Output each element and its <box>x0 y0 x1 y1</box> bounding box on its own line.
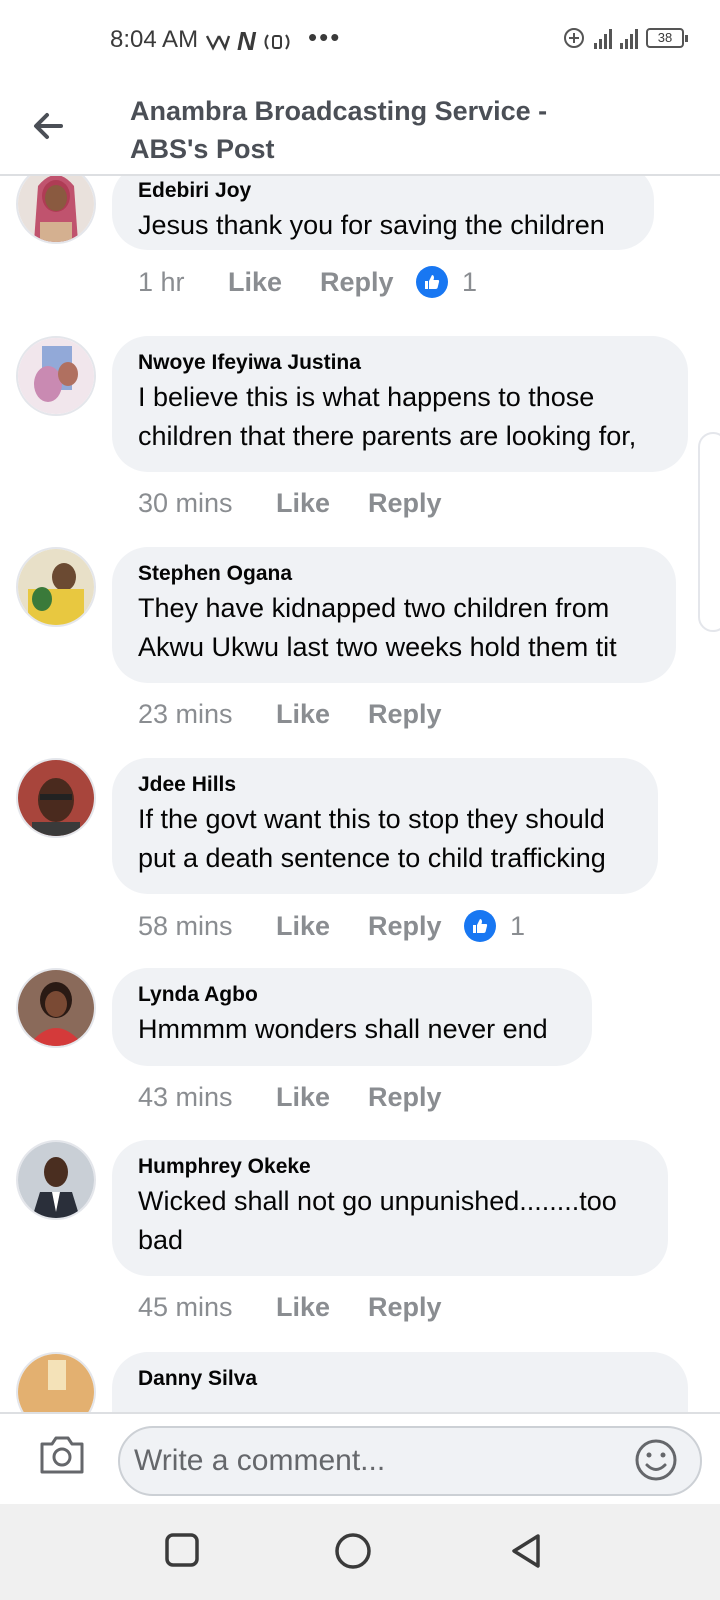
comment-time[interactable]: 58 mins <box>138 911 268 942</box>
system-back-button[interactable] <box>508 1532 552 1576</box>
comment-author[interactable]: Jdee Hills <box>138 770 632 800</box>
reply-button[interactable]: Reply <box>368 699 464 730</box>
comment-bubble[interactable]: Stephen Ogana They have kidnapped two ch… <box>112 547 676 683</box>
camera-icon <box>40 1436 84 1474</box>
emoji-button[interactable] <box>634 1438 680 1484</box>
comment-actions: 45 mins Like Reply <box>138 1292 464 1323</box>
comment-author[interactable]: Humphrey Okeke <box>138 1152 642 1182</box>
back-arrow-icon <box>34 113 63 139</box>
camera-button[interactable] <box>38 1434 86 1482</box>
circle-home-icon <box>335 1533 371 1569</box>
comment-text: Jesus thank you for saving the children <box>138 210 605 240</box>
comment-bubble[interactable]: Jdee Hills If the govt want this to stop… <box>112 758 658 894</box>
square-recents-icon <box>165 1533 199 1567</box>
battery-icon: 38 <box>646 28 688 48</box>
comment-input[interactable] <box>118 1426 702 1496</box>
comment-author[interactable]: Nwoye Ifeyiwa Justina <box>138 348 662 378</box>
avatar[interactable] <box>16 336 96 416</box>
reply-button[interactable]: Reply <box>368 488 464 519</box>
comment-bubble[interactable]: Humphrey Okeke Wicked shall not go unpun… <box>112 1140 668 1276</box>
comment-actions: 58 mins Like Reply 1 <box>138 910 525 942</box>
like-button[interactable]: Like <box>276 1292 368 1323</box>
recents-button[interactable] <box>164 1532 208 1576</box>
comment-actions: 1 hr Like Reply 1 <box>138 266 477 298</box>
like-button[interactable]: Like <box>276 488 368 519</box>
comment-time[interactable]: 23 mins <box>138 699 268 730</box>
comment-actions: 30 mins Like Reply <box>138 488 464 519</box>
like-button[interactable]: Like <box>228 267 320 298</box>
status-notification-icons: N <box>205 26 292 57</box>
system-navigation-bar <box>0 1504 720 1600</box>
comment-bubble[interactable]: Danny Silva <box>112 1352 688 1412</box>
like-button[interactable]: Like <box>276 699 368 730</box>
comment-time[interactable]: 1 hr <box>138 267 220 298</box>
comment-author[interactable]: Lynda Agbo <box>138 980 566 1010</box>
signal-icon-2 <box>620 27 638 49</box>
status-system-icons: 38 <box>562 26 688 50</box>
side-panel-edge <box>698 432 720 632</box>
avatar[interactable] <box>16 1352 96 1412</box>
data-saver-icon <box>564 28 584 48</box>
vibe-icon <box>205 34 231 51</box>
avatar[interactable] <box>16 176 96 244</box>
comment-composer <box>0 1412 720 1504</box>
comment-text: If the govt want this to stop they shoul… <box>138 804 606 873</box>
reply-button[interactable]: Reply <box>368 1082 464 1113</box>
avatar[interactable] <box>16 968 96 1048</box>
back-button[interactable] <box>26 104 70 148</box>
comment-text: I believe this is what happens to those … <box>138 382 637 451</box>
status-bar: 8:04 AM N ••• 38 <box>0 0 720 80</box>
comment-bubble[interactable]: Nwoye Ifeyiwa Justina I believe this is … <box>112 336 688 472</box>
network-app-icon: N <box>237 26 256 56</box>
thumbs-up-icon <box>416 266 448 298</box>
page-title: Anambra Broadcasting Service - ABS's Pos… <box>130 96 548 164</box>
avatar[interactable] <box>16 547 96 627</box>
triangle-back-icon <box>512 1534 540 1568</box>
avatar[interactable] <box>16 758 96 838</box>
reply-button[interactable]: Reply <box>320 267 416 298</box>
emoji-icon <box>635 1439 677 1481</box>
status-time: 8:04 AM <box>110 26 199 53</box>
comment-actions: 43 mins Like Reply <box>138 1082 464 1113</box>
comment-author[interactable]: Stephen Ogana <box>138 559 650 589</box>
reply-button[interactable]: Reply <box>368 911 464 942</box>
more-notifications-icon: ••• <box>308 22 342 52</box>
reaction-number: 1 <box>510 910 526 941</box>
comment-text: Wicked shall not go unpunished........to… <box>138 1186 617 1255</box>
signal-icon-1 <box>594 27 612 49</box>
comment-time[interactable]: 43 mins <box>138 1082 268 1113</box>
like-button[interactable]: Like <box>276 1082 368 1113</box>
reply-button[interactable]: Reply <box>368 1292 464 1323</box>
like-button[interactable]: Like <box>276 911 368 942</box>
reaction-count[interactable]: 1 <box>464 910 525 942</box>
home-button[interactable] <box>334 1532 378 1576</box>
post-header: Anambra Broadcasting Service - ABS's Pos… <box>0 80 720 176</box>
comment-text: They have kidnapped two children from Ak… <box>138 593 617 662</box>
comment-author[interactable]: Danny Silva <box>138 1364 662 1394</box>
comment-text: Hmmmm wonders shall never end <box>138 1014 548 1044</box>
comment-list[interactable]: Edebiri Joy Jesus thank you for saving t… <box>0 176 720 1412</box>
broadcast-icon <box>264 33 290 50</box>
comment-bubble[interactable]: Lynda Agbo Hmmmm wonders shall never end <box>112 968 592 1066</box>
comment-time[interactable]: 30 mins <box>138 488 268 519</box>
comment-author[interactable]: Edebiri Joy <box>138 176 628 206</box>
avatar[interactable] <box>16 1140 96 1220</box>
thumbs-up-icon <box>464 910 496 942</box>
comment-bubble[interactable]: Edebiri Joy Jesus thank you for saving t… <box>112 176 654 250</box>
comment-time[interactable]: 45 mins <box>138 1292 268 1323</box>
comment-actions: 23 mins Like Reply <box>138 699 464 730</box>
reaction-number: 1 <box>462 266 478 297</box>
reaction-count[interactable]: 1 <box>416 266 477 298</box>
